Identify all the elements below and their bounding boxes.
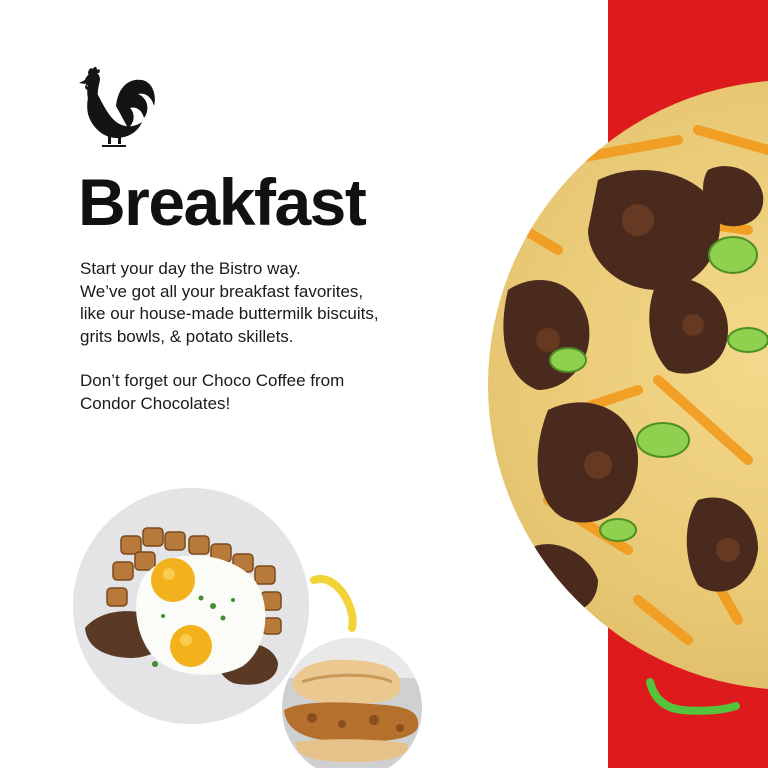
rooster-icon	[78, 66, 158, 148]
intro-line: We’ve got all your breakfast favorites,	[80, 281, 364, 301]
intro-line: Start your day the Bistro way.	[80, 259, 301, 278]
coffee-line: Don’t forget our Choco Coffee from	[80, 371, 345, 390]
potato-skillet-photo	[73, 488, 309, 724]
page-title: Breakfast	[78, 165, 367, 239]
intro-line: like our house-made buttermilk biscuits,	[80, 304, 379, 323]
green-squiggle	[640, 676, 744, 724]
coffee-line: Condor Chocolates!	[80, 393, 231, 413]
intro-line: grits bowls, & potato skillets.	[80, 326, 294, 346]
grits-bowl-photo	[488, 80, 768, 690]
biscuit-sandwich-photo	[282, 638, 422, 768]
intro-text: Start your day the Bistro way. We’ve got…	[80, 258, 460, 415]
breakfast-poster: Breakfast Start your day the Bistro way.…	[0, 0, 768, 768]
yellow-squiggle	[308, 572, 364, 632]
